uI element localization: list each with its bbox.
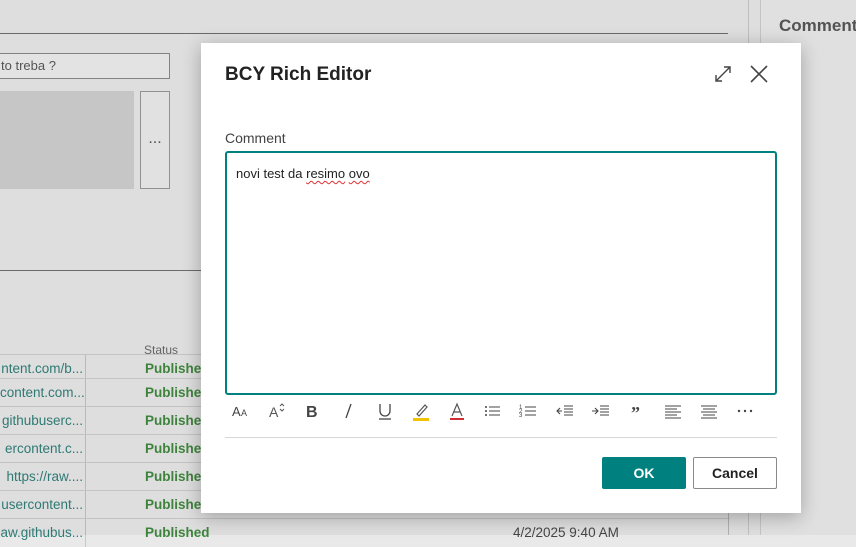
- quote-icon[interactable]: ”: [625, 399, 649, 423]
- formatting-toolbar: AA A B 123 ”: [225, 399, 777, 423]
- close-icon[interactable]: [747, 62, 771, 86]
- svg-text:A: A: [241, 408, 247, 418]
- numbered-list-icon[interactable]: 123: [517, 399, 541, 423]
- increase-indent-icon[interactable]: [589, 399, 613, 423]
- svg-text:A: A: [269, 404, 279, 420]
- editor-content[interactable]: novi test da resimo ovo: [236, 166, 370, 181]
- more-icon[interactable]: [733, 399, 757, 423]
- dialog-divider: [225, 437, 777, 438]
- align-left-icon[interactable]: [661, 399, 685, 423]
- svg-text:”: ”: [631, 403, 640, 421]
- font-color-icon[interactable]: [445, 399, 469, 423]
- dialog-title: BCY Rich Editor: [225, 64, 372, 85]
- align-center-icon[interactable]: [697, 399, 721, 423]
- rich-editor-dialog: BCY Rich Editor Comment novi test da res…: [201, 43, 801, 513]
- comment-label: Comment: [225, 130, 286, 146]
- cancel-button[interactable]: Cancel: [693, 457, 777, 489]
- svg-text:A: A: [232, 404, 241, 419]
- svg-text:3: 3: [519, 413, 523, 419]
- decrease-indent-icon[interactable]: [553, 399, 577, 423]
- underline-icon[interactable]: [373, 399, 397, 423]
- misspelled-word: resimo: [306, 166, 346, 181]
- bullet-list-icon[interactable]: [481, 399, 505, 423]
- svg-text:B: B: [306, 404, 318, 421]
- ok-button[interactable]: OK: [602, 457, 686, 489]
- font-style-icon[interactable]: A: [265, 399, 289, 423]
- italic-icon[interactable]: [337, 399, 361, 423]
- font-size-icon[interactable]: AA: [229, 399, 253, 423]
- comment-editor[interactable]: novi test da resimo ovo: [225, 151, 777, 395]
- editor-text-plain: novi test da: [236, 166, 307, 181]
- expand-icon[interactable]: [711, 62, 735, 86]
- misspelled-word: ovo: [348, 166, 370, 181]
- highlight-icon[interactable]: [409, 399, 433, 423]
- bold-icon[interactable]: B: [301, 399, 325, 423]
